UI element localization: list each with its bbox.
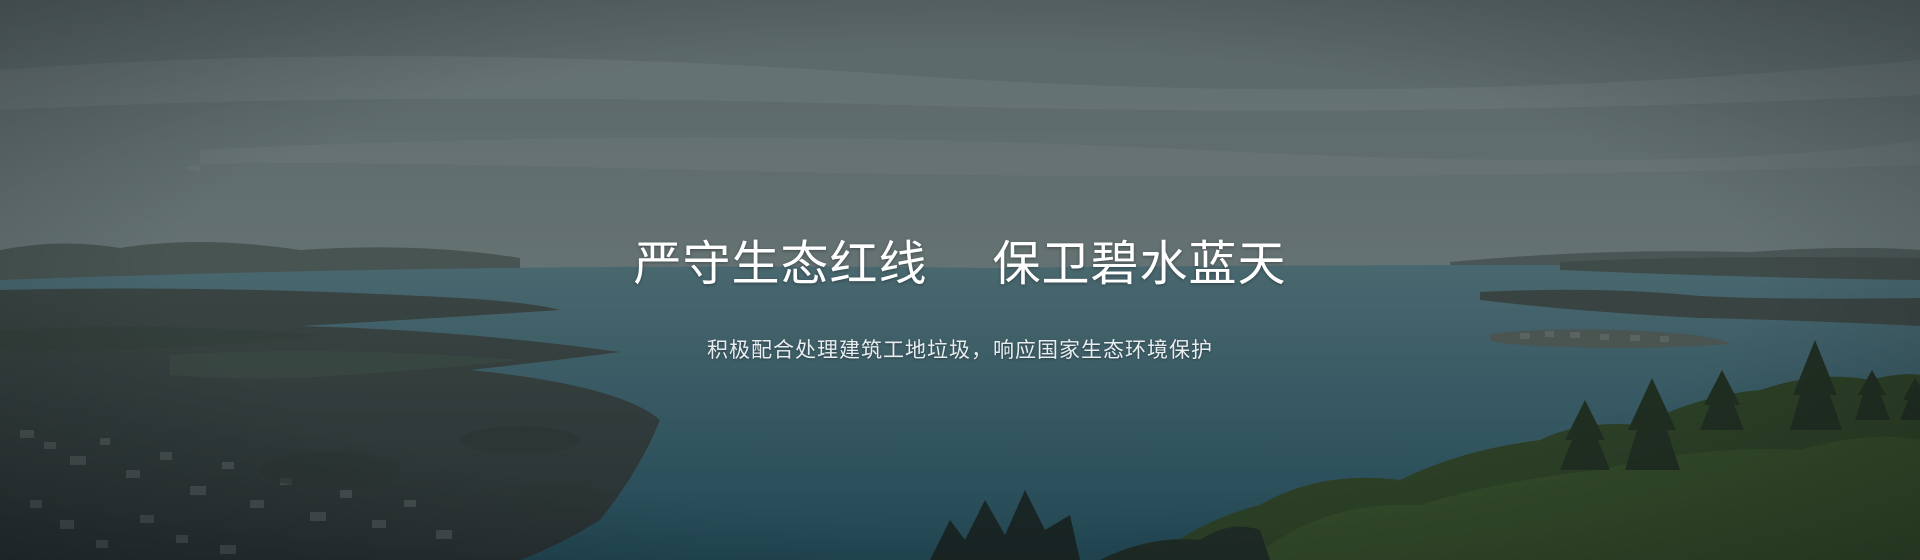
banner-title: 严守生态红线 保卫碧水蓝天	[633, 236, 1287, 292]
banner-caption: 严守生态红线 保卫碧水蓝天 积极配合处理建筑工地垃圾，响应国家生态环境保护	[0, 0, 1920, 560]
hero-banner: 严守生态红线 保卫碧水蓝天 积极配合处理建筑工地垃圾，响应国家生态环境保护	[0, 0, 1920, 560]
banner-subtitle: 积极配合处理建筑工地垃圾，响应国家生态环境保护	[707, 338, 1213, 362]
